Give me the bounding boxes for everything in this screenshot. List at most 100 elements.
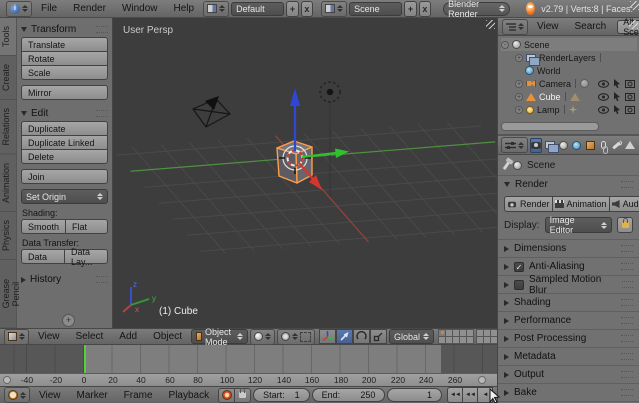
lamp-object[interactable] — [320, 82, 340, 102]
panel-shading[interactable]: Shading — [498, 293, 639, 311]
delete-layout-button[interactable]: x — [301, 1, 313, 17]
scrollbar-cap[interactable] — [3, 376, 11, 384]
menu-render[interactable]: Render — [66, 3, 113, 14]
outliner-row-world[interactable]: World — [501, 64, 637, 77]
tab-tools[interactable]: Tools — [0, 18, 16, 56]
panel-grip-handle[interactable] — [96, 110, 108, 117]
panel-bake[interactable]: Bake — [498, 383, 639, 401]
viewport-3d[interactable]: z y x User Persp (1) Cube — [113, 18, 497, 328]
panel-sampled-motion-blur[interactable]: Sampled Motion Blur — [498, 275, 639, 293]
timeline-ruler[interactable]: -40 -20 0 20 40 60 80 100 120 140 160 18… — [0, 373, 497, 386]
panel-grip-handle[interactable] — [621, 317, 633, 324]
transform-panel-header[interactable]: Transform — [21, 22, 108, 37]
delete-button[interactable]: Delete — [21, 149, 108, 164]
tab-physics[interactable]: Physics — [0, 212, 16, 260]
lock-interface-button[interactable] — [617, 217, 633, 233]
menu-view[interactable]: View — [530, 21, 566, 32]
display-mode-dropdown[interactable]: Image Editor — [545, 217, 612, 233]
end-frame-field[interactable]: End: 250 — [312, 388, 386, 402]
layer-toggle[interactable] — [466, 336, 474, 344]
selectability-cursor-icon[interactable] — [613, 105, 621, 114]
pin-icon[interactable] — [503, 160, 511, 169]
panel-output[interactable]: Output — [498, 365, 639, 383]
expand-toggle-icon[interactable]: + — [515, 106, 523, 114]
tab-render[interactable] — [530, 138, 542, 153]
panel-grip-handle[interactable] — [621, 335, 633, 342]
render-engine-select[interactable]: Blender Render — [443, 2, 510, 16]
menu-playback[interactable]: Playback — [162, 390, 217, 401]
selectability-cursor-icon[interactable] — [613, 92, 621, 101]
tab-world[interactable] — [571, 138, 582, 153]
play-reverse-button[interactable]: ◄ — [477, 387, 493, 403]
render-still-button[interactable]: Render — [504, 196, 553, 212]
expand-toggle-icon[interactable]: + — [515, 54, 523, 62]
panel-post-processing[interactable]: Post Processing — [498, 329, 639, 347]
tab-constraints[interactable] — [598, 138, 609, 153]
menu-frame[interactable]: Frame — [117, 390, 160, 401]
tab-create[interactable]: Create — [0, 56, 16, 100]
render-audio-button[interactable]: Audio — [609, 196, 639, 212]
manipulate-center-points-icon[interactable] — [300, 332, 311, 342]
renderability-icon[interactable] — [625, 93, 635, 101]
set-origin-dropdown[interactable]: Set Origin — [21, 189, 108, 204]
panel-grip-handle[interactable] — [621, 299, 633, 306]
visibility-eye-icon[interactable] — [598, 106, 609, 114]
tab-animation[interactable]: Animation — [0, 155, 16, 212]
keying-lock-button[interactable] — [234, 388, 251, 403]
panel-metadata[interactable]: Metadata — [498, 347, 639, 365]
tab-object-data[interactable] — [624, 138, 636, 153]
panel-grip-handle[interactable] — [621, 181, 633, 188]
current-frame-field[interactable]: 1 — [387, 388, 442, 402]
shade-smooth-button[interactable]: Smooth — [21, 219, 66, 234]
menu-window[interactable]: Window — [115, 3, 165, 14]
menu-view[interactable]: View — [32, 390, 68, 401]
panel-grip-handle[interactable] — [621, 245, 633, 252]
start-frame-field[interactable]: Start: 1 — [253, 388, 310, 402]
panel-dimensions[interactable]: Dimensions — [498, 239, 639, 257]
editor-type-selector[interactable] — [4, 329, 29, 345]
menu-select[interactable]: Select — [69, 331, 111, 342]
renderability-icon[interactable] — [625, 106, 635, 114]
camera-object[interactable] — [193, 96, 230, 127]
panel-grip-handle[interactable] — [96, 276, 108, 283]
menu-help[interactable]: Help — [167, 3, 202, 14]
visibility-eye-icon[interactable] — [598, 80, 609, 88]
outliner-row-renderlayers[interactable]: + RenderLayers — [501, 51, 637, 64]
menu-add[interactable]: Add — [112, 331, 144, 342]
translate-manipulator-button[interactable] — [336, 329, 353, 344]
panel-anti-aliasing[interactable]: ✓ Anti-Aliasing — [498, 257, 639, 275]
current-frame-playhead[interactable] — [84, 345, 86, 373]
editor-type-selector[interactable] — [4, 387, 30, 403]
shade-flat-button[interactable]: Flat — [65, 219, 108, 234]
menu-view[interactable]: View — [31, 331, 67, 342]
outliner-row-lamp[interactable]: + Lamp — [501, 103, 637, 116]
render-panel-header[interactable]: Render — [498, 176, 639, 193]
selectability-cursor-icon[interactable] — [613, 79, 621, 88]
panel-grip-handle[interactable] — [96, 26, 108, 33]
scene-name-field[interactable]: Scene — [349, 2, 402, 16]
add-scene-button[interactable]: + — [404, 1, 416, 17]
scrollbar-cap[interactable] — [478, 376, 486, 384]
transform-orientation-dropdown[interactable]: Global — [389, 329, 434, 344]
data-transfer-button[interactable]: Data — [21, 249, 65, 264]
panel-performance[interactable]: Performance — [498, 311, 639, 329]
record-sync-button[interactable] — [218, 388, 235, 403]
tab-object[interactable] — [584, 138, 595, 153]
pivot-point-dropdown[interactable] — [277, 329, 315, 345]
menu-marker[interactable]: Marker — [70, 390, 115, 401]
panel-grip-handle[interactable] — [621, 389, 633, 396]
expand-toggle-icon[interactable]: + — [515, 93, 523, 101]
area-corner-widget[interactable] — [486, 20, 495, 29]
rotate-button[interactable]: Rotate — [21, 51, 108, 66]
expand-toggle-icon[interactable]: + — [515, 80, 523, 88]
add-layout-button[interactable]: + — [286, 1, 298, 17]
editor-type-selector[interactable] — [502, 19, 528, 35]
area-corner-widget[interactable] — [629, 20, 638, 29]
panel-grip-handle[interactable] — [621, 263, 633, 270]
rotate-manipulator-button[interactable] — [353, 329, 370, 344]
mode-dropdown[interactable]: Object Mode — [191, 329, 248, 344]
visibility-eye-icon[interactable] — [598, 93, 609, 101]
tab-scene[interactable] — [558, 138, 569, 153]
editor-type-selector[interactable] — [501, 137, 528, 153]
tab-render-layers[interactable] — [544, 138, 556, 153]
